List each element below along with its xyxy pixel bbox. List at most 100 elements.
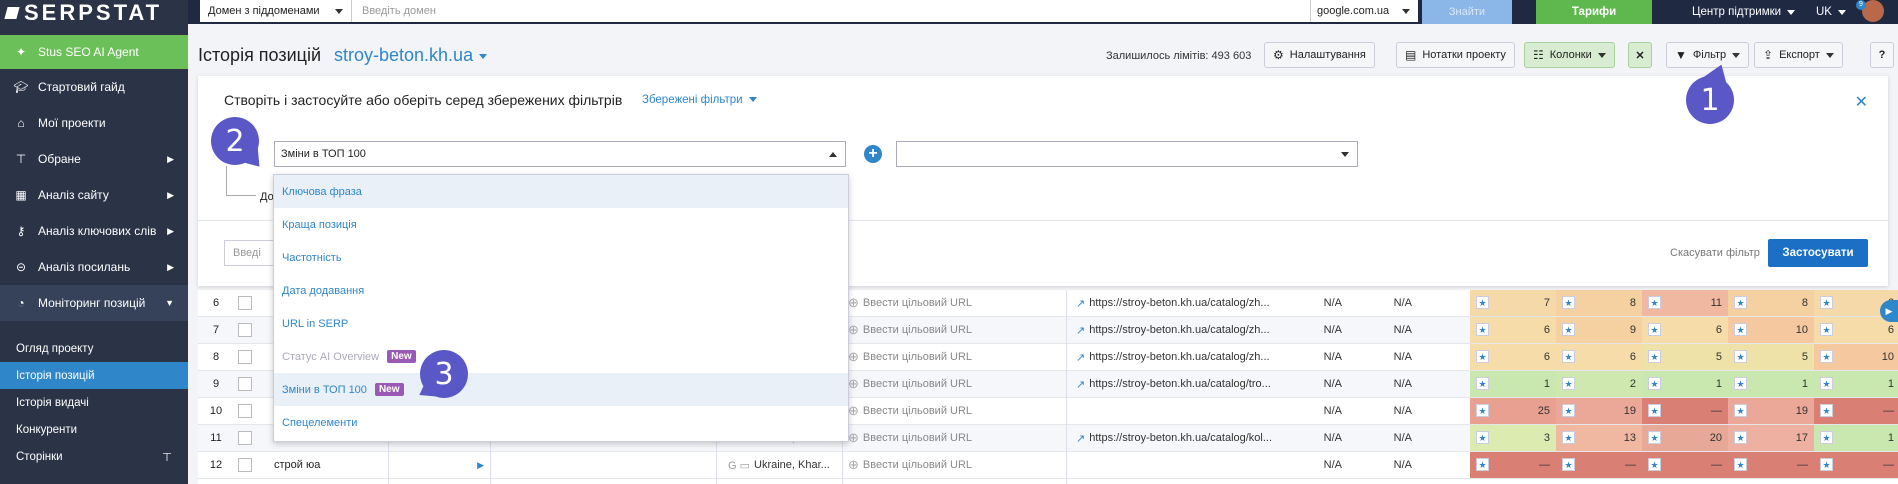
- star-icon[interactable]: ★: [1476, 404, 1489, 417]
- star-icon[interactable]: ★: [1562, 323, 1575, 336]
- star-icon[interactable]: ★: [1562, 350, 1575, 363]
- settings-button[interactable]: ⚙ Налаштування: [1264, 42, 1375, 68]
- sidebar-item-keyword-analysis[interactable]: ⚷ Аналіз ключових слів ▶: [0, 213, 188, 249]
- external-link-icon[interactable]: ↗: [1076, 378, 1085, 391]
- add-condition-icon[interactable]: +: [864, 145, 882, 163]
- external-link-icon[interactable]: ↗: [1076, 297, 1085, 310]
- star-icon[interactable]: ★: [1648, 296, 1661, 309]
- apply-button[interactable]: Застосувати: [1768, 239, 1868, 267]
- star-icon[interactable]: ★: [1648, 458, 1661, 471]
- star-icon[interactable]: ★: [1648, 404, 1661, 417]
- star-icon[interactable]: ★: [1820, 431, 1833, 444]
- sidebar-item-ai-agent[interactable]: ✦ Stus SEO AI Agent: [0, 35, 188, 69]
- chevron-right-icon[interactable]: ▶: [477, 460, 484, 471]
- project-notes-button[interactable]: ▤ Нотатки проекту: [1396, 42, 1515, 68]
- domain-mode-select[interactable]: Домен з піддоменами: [200, 0, 352, 22]
- star-icon[interactable]: ★: [1476, 377, 1489, 390]
- reset-filter-button[interactable]: Скасувати фільтр: [1670, 247, 1760, 259]
- target-url-cell[interactable]: ⊕ Ввести цільовий URL: [848, 317, 1048, 343]
- row-checkbox[interactable]: [238, 377, 252, 391]
- tariffs-button[interactable]: Тарифи: [1536, 0, 1652, 24]
- sidebar-subitem-position-history[interactable]: Історія позицій: [0, 362, 188, 389]
- target-url-cell[interactable]: ⊕ Ввести цільовий URL: [848, 344, 1048, 370]
- star-icon[interactable]: ★: [1734, 296, 1747, 309]
- dropdown-option[interactable]: Частотність: [274, 241, 848, 274]
- external-link-icon[interactable]: ↗: [1076, 432, 1085, 445]
- sidebar-item-start-guide[interactable]: 🎓︎ Стартовий гайд: [0, 69, 188, 105]
- close-icon[interactable]: ✕: [1855, 92, 1868, 112]
- target-url-cell[interactable]: ⊕ Ввести цільовий URL: [848, 398, 1048, 424]
- star-icon[interactable]: ★: [1562, 431, 1575, 444]
- dropdown-option[interactable]: Статус AI Overview New: [274, 340, 848, 373]
- row-checkbox[interactable]: [238, 350, 252, 364]
- row-checkbox[interactable]: [238, 458, 252, 472]
- star-icon[interactable]: ★: [1648, 431, 1661, 444]
- star-icon[interactable]: ★: [1820, 404, 1833, 417]
- star-icon[interactable]: ★: [1734, 431, 1747, 444]
- external-link-icon[interactable]: ↗: [1076, 351, 1085, 364]
- dropdown-option[interactable]: Краща позиція: [274, 208, 848, 241]
- help-button[interactable]: ?: [1870, 42, 1894, 68]
- star-icon[interactable]: ★: [1734, 458, 1747, 471]
- sidebar-subitem-overview[interactable]: Огляд проекту: [0, 335, 188, 362]
- scroll-right-button[interactable]: ▶: [1880, 300, 1898, 322]
- target-url-cell[interactable]: ⊕ Ввести цільовий URL: [848, 452, 1048, 478]
- row-checkbox[interactable]: [238, 404, 252, 418]
- dropdown-option[interactable]: URL in SERP: [274, 307, 848, 340]
- star-icon[interactable]: ★: [1820, 350, 1833, 363]
- star-icon[interactable]: ★: [1820, 323, 1833, 336]
- star-icon[interactable]: ★: [1734, 350, 1747, 363]
- sidebar-item-favorites[interactable]: ⊤ Обране ▶: [0, 141, 188, 177]
- star-icon[interactable]: ★: [1648, 350, 1661, 363]
- pin-icon[interactable]: ⊤: [162, 450, 172, 464]
- dropdown-option[interactable]: Зміни в ТОП 100 New: [274, 373, 848, 406]
- sidebar-item-link-analysis[interactable]: ⊝ Аналіз посилань ▶: [0, 249, 188, 285]
- export-button[interactable]: ⇪ Експорт: [1754, 42, 1843, 68]
- dropdown-option[interactable]: Дата додавання: [274, 274, 848, 307]
- star-icon[interactable]: ★: [1476, 296, 1489, 309]
- target-url-cell[interactable]: ⊕ Ввести цільовий URL: [848, 290, 1048, 316]
- star-icon[interactable]: ★: [1648, 323, 1661, 336]
- sidebar-item-my-projects[interactable]: ⌂ Мої проекти: [0, 105, 188, 141]
- sidebar-subitem-serp-history[interactable]: Історія видачі: [0, 389, 188, 416]
- star-icon[interactable]: ★: [1476, 323, 1489, 336]
- sidebar-subitem-pages[interactable]: Сторінки ⊤: [0, 443, 188, 470]
- search-engine-select[interactable]: google.com.ua: [1310, 0, 1418, 22]
- star-icon[interactable]: ★: [1734, 377, 1747, 390]
- row-checkbox[interactable]: [238, 431, 252, 445]
- star-icon[interactable]: ★: [1562, 296, 1575, 309]
- star-icon[interactable]: ★: [1476, 350, 1489, 363]
- target-url-cell[interactable]: ⊕ Ввести цільовий URL: [848, 425, 1048, 451]
- dropdown-option[interactable]: Спецелементи: [274, 406, 848, 439]
- dropdown-option[interactable]: Ключова фраза: [274, 175, 848, 208]
- saved-filters-dropdown[interactable]: Збережені фільтри: [642, 94, 757, 106]
- sidebar-subitem-competitors[interactable]: Конкуренти: [0, 416, 188, 443]
- star-icon[interactable]: ★: [1562, 404, 1575, 417]
- found-url-cell[interactable]: ↗ https://stroy-beton.kh.ua/catalog/zh...: [1076, 317, 1296, 343]
- sidebar-item-rank-tracking[interactable]: ◔ Моніторинг позицій ▼: [0, 285, 188, 321]
- star-icon[interactable]: ★: [1562, 377, 1575, 390]
- columns-close-button[interactable]: ✕: [1628, 42, 1652, 68]
- found-url-cell[interactable]: ↗ https://stroy-beton.kh.ua/catalog/tro..…: [1076, 371, 1296, 397]
- star-icon[interactable]: ★: [1476, 431, 1489, 444]
- domain-input[interactable]: Введіть домен: [352, 0, 1310, 22]
- columns-button[interactable]: ☷ Колонки: [1524, 42, 1615, 68]
- external-link-icon[interactable]: ↗: [1076, 324, 1085, 337]
- row-checkbox[interactable]: [238, 323, 252, 337]
- found-url-cell[interactable]: ↗ https://stroy-beton.kh.ua/catalog/kol..…: [1076, 425, 1296, 451]
- star-icon[interactable]: ★: [1562, 458, 1575, 471]
- star-icon[interactable]: ★: [1820, 377, 1833, 390]
- star-icon[interactable]: ★: [1734, 404, 1747, 417]
- filter-condition-select[interactable]: [896, 141, 1358, 167]
- found-url-cell[interactable]: ↗ https://stroy-beton.kh.ua/catalog/zh...: [1076, 290, 1296, 316]
- star-icon[interactable]: ★: [1648, 377, 1661, 390]
- serpstat-logo[interactable]: SERPSTAT: [0, 0, 188, 26]
- language-select[interactable]: UK: [1816, 0, 1846, 24]
- found-url-cell[interactable]: ↗ https://stroy-beton.kh.ua/catalog/zh...: [1076, 344, 1296, 370]
- filter-field-select[interactable]: Зміни в ТОП 100: [274, 141, 846, 167]
- target-url-cell[interactable]: ⊕ Ввести цільовий URL: [848, 371, 1048, 397]
- star-icon[interactable]: ★: [1820, 296, 1833, 309]
- sidebar-item-site-analysis[interactable]: ▦ Аналіз сайту ▶: [0, 177, 188, 213]
- row-checkbox[interactable]: [238, 296, 252, 310]
- support-center-menu[interactable]: Центр підтримки: [1692, 0, 1796, 24]
